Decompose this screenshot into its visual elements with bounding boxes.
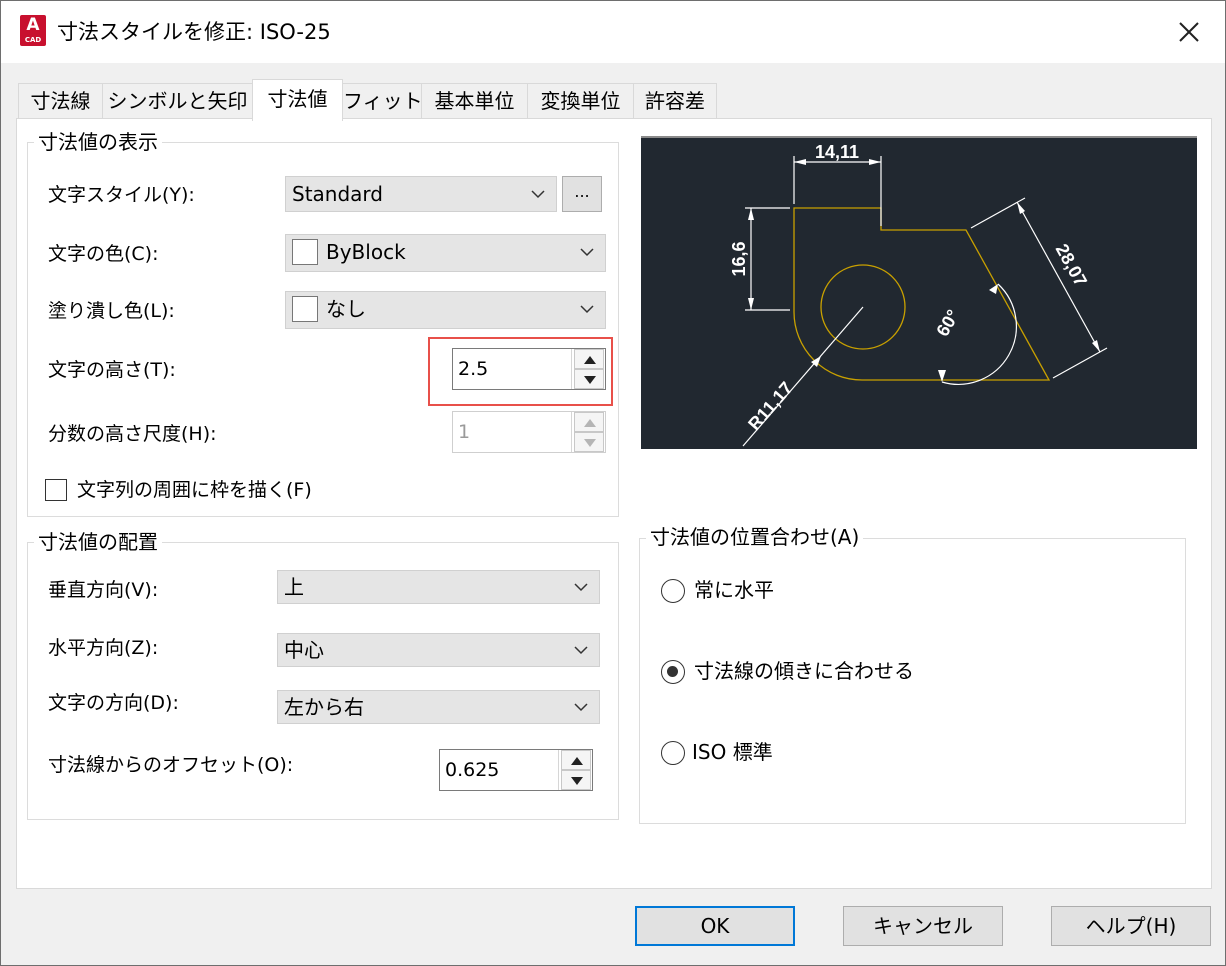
tab-fit[interactable]: フィット xyxy=(342,83,423,119)
radio-horizontal[interactable] xyxy=(661,579,685,603)
radio-iso-label[interactable]: ISO 標準 xyxy=(692,739,773,765)
tab-primary-units[interactable]: 基本単位 xyxy=(421,83,528,119)
dim-left-text: 16,6 xyxy=(729,241,749,276)
chevron-down-icon xyxy=(574,583,588,592)
vertical-label: 垂直方向(V): xyxy=(48,579,159,601)
text-color-label: 文字の色(C): xyxy=(48,243,159,265)
spinner-arrows xyxy=(571,412,605,452)
text-style-value: Standard xyxy=(292,182,383,206)
text-height-label: 文字の高さ(T): xyxy=(48,359,176,381)
text-color-dropdown[interactable]: ByBlock xyxy=(285,234,606,272)
draw-frame-label[interactable]: 文字列の周囲に枠を描く(F) xyxy=(77,477,312,503)
offset-label: 寸法線からのオフセット(O): xyxy=(48,754,294,776)
text-color-value: ByBlock xyxy=(326,240,406,264)
fill-color-dropdown[interactable]: なし xyxy=(285,291,606,329)
chevron-down-icon xyxy=(574,703,588,712)
horizontal-label: 水平方向(Z): xyxy=(48,637,159,659)
tab-tolerances[interactable]: 許容差 xyxy=(633,83,717,119)
help-button[interactable]: ヘルプ(H) xyxy=(1051,906,1211,946)
triangle-down-icon xyxy=(571,777,583,785)
text-style-dropdown[interactable]: Standard xyxy=(285,176,557,212)
fraction-scale-spinner: 1 xyxy=(452,411,606,453)
view-direction-dropdown[interactable]: 左から右 xyxy=(277,690,600,724)
vertical-dropdown[interactable]: 上 xyxy=(277,570,600,604)
dim-slant-text: 28,07 xyxy=(1052,241,1091,290)
cancel-button[interactable]: キャンセル xyxy=(843,906,1003,946)
triangle-down-icon xyxy=(584,439,596,447)
dialog-window: A CAD 寸法スタイルを修正: ISO-25 寸法線 シンボルと矢印 寸法値 … xyxy=(0,0,1226,966)
text-alignment-title: 寸法値の位置合わせ(A) xyxy=(646,524,864,550)
close-icon xyxy=(1179,22,1199,42)
offset-value: 0.625 xyxy=(445,759,500,781)
color-swatch xyxy=(292,238,318,265)
part-outline xyxy=(793,207,1051,381)
spin-down-button[interactable] xyxy=(561,770,591,790)
preview-canvas: 14,11 16,6 28,07 60° R11,17 xyxy=(641,136,1197,449)
app-icon-letter: A xyxy=(26,15,40,35)
fill-color-label: 塗り潰し色(L): xyxy=(48,300,175,322)
tab-dimension-lines[interactable]: 寸法線 xyxy=(18,83,103,119)
dim-angular xyxy=(941,283,1017,385)
highlight-annotation xyxy=(428,337,613,406)
spin-up-button xyxy=(574,412,604,432)
horizontal-value: 中心 xyxy=(284,638,324,662)
window-title: 寸法スタイルを修正: ISO-25 xyxy=(57,20,331,44)
triangle-up-icon xyxy=(584,419,596,427)
view-direction-value: 左から右 xyxy=(284,695,364,719)
chevron-down-icon xyxy=(580,305,594,314)
radio-aligned-label[interactable]: 寸法線の傾きに合わせる xyxy=(694,658,914,684)
spin-up-button[interactable] xyxy=(561,750,591,770)
spinner-arrows xyxy=(558,750,592,790)
text-placement-title: 寸法値の配置 xyxy=(34,529,162,555)
text-style-browse-button[interactable]: ... xyxy=(562,176,602,212)
app-icon-sub: CAD xyxy=(24,36,42,44)
ok-button[interactable]: OK xyxy=(635,906,795,946)
view-direction-label: 文字の方向(D): xyxy=(48,692,179,714)
chevron-down-icon xyxy=(574,646,588,655)
autocad-app-icon: A CAD xyxy=(20,15,46,46)
fraction-scale-value: 1 xyxy=(458,421,471,443)
dim-aligned xyxy=(970,197,1108,379)
radio-aligned[interactable] xyxy=(661,660,685,684)
tab-text[interactable]: 寸法値 xyxy=(252,79,343,121)
radio-iso[interactable] xyxy=(661,741,685,765)
text-appearance-title: 寸法値の表示 xyxy=(34,129,162,155)
radio-selected-dot xyxy=(667,666,678,677)
close-button[interactable] xyxy=(1161,11,1217,53)
dim-angle-text: 60° xyxy=(932,306,963,340)
dim-radius-text: R11,17 xyxy=(744,378,797,434)
chevron-down-icon xyxy=(531,190,545,199)
fraction-scale-label: 分数の高さ尺度(H): xyxy=(48,423,217,445)
horizontal-dropdown[interactable]: 中心 xyxy=(277,633,600,667)
dim-top-text: 14,11 xyxy=(815,142,859,162)
offset-spinner[interactable]: 0.625 xyxy=(439,749,593,791)
dimension-preview-drawing: 14,11 16,6 28,07 60° R11,17 xyxy=(729,142,1108,447)
tab-alternate-units[interactable]: 変換単位 xyxy=(527,83,634,119)
title-bar: A CAD 寸法スタイルを修正: ISO-25 xyxy=(1,1,1225,63)
radio-horizontal-label[interactable]: 常に水平 xyxy=(694,577,774,603)
dim-vertical xyxy=(745,207,790,311)
chevron-down-icon xyxy=(580,248,594,257)
text-style-label: 文字スタイル(Y): xyxy=(48,184,195,206)
vertical-value: 上 xyxy=(284,575,304,599)
dim-horizontal xyxy=(793,156,882,226)
fill-color-value: なし xyxy=(326,297,366,321)
spin-down-button xyxy=(574,432,604,452)
draw-frame-checkbox[interactable] xyxy=(45,479,67,501)
color-swatch xyxy=(292,295,318,322)
triangle-up-icon xyxy=(571,757,583,765)
tab-symbols-arrows[interactable]: シンボルと矢印 xyxy=(102,83,253,119)
